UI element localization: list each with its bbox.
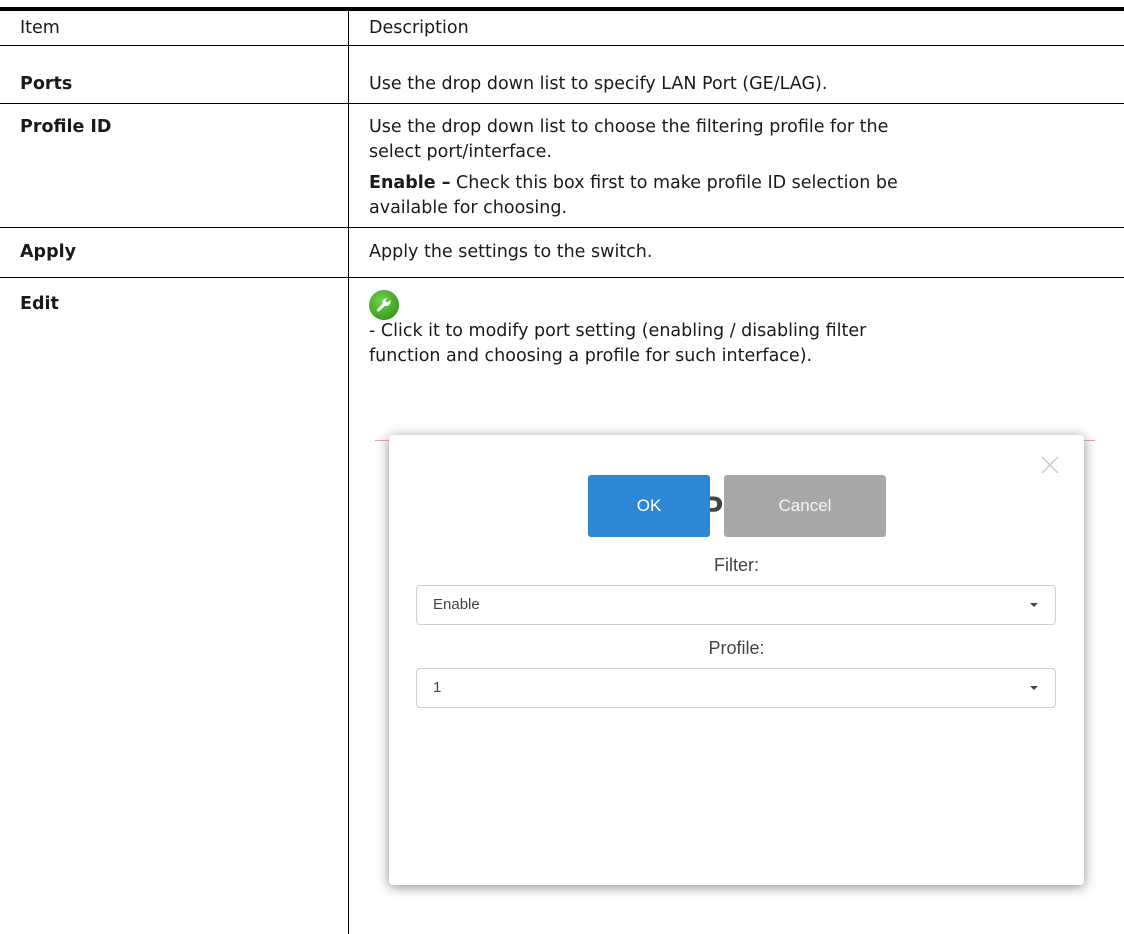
row-ports-desc: Use the drop down list to specify LAN Po… (369, 74, 828, 94)
header-rule (0, 45, 1124, 46)
profile-select-value: 1 (433, 679, 442, 696)
cancel-button[interactable]: Cancel (724, 475, 886, 537)
filter-label: Filter: (714, 555, 759, 575)
profile-label: Profile: (708, 638, 765, 658)
row-ports-item: Ports (20, 74, 73, 94)
header-description: Description (369, 18, 469, 38)
row-apply-item: Apply (20, 242, 77, 262)
row-rule-apply (0, 277, 1124, 278)
chevron-down-icon (1030, 686, 1038, 690)
row-profile-id-desc-2: select port/interface. (369, 142, 552, 162)
header-item: Item (20, 18, 60, 38)
filter-select[interactable]: Enable (416, 585, 1056, 625)
row-rule-profile (0, 227, 1124, 228)
wrench-icon[interactable] (369, 290, 399, 320)
chevron-down-icon (1030, 603, 1038, 607)
row-profile-id-item: Profile ID (20, 117, 112, 137)
table-top-rule (0, 7, 1124, 11)
column-divider (348, 11, 349, 934)
enable-term: Enable – (369, 173, 451, 193)
filter-select-value: Enable (433, 596, 480, 613)
row-profile-id-desc-1: Use the drop down list to choose the fil… (369, 117, 889, 137)
row-rule-ports (0, 103, 1124, 104)
row-apply-desc: Apply the settings to the switch. (369, 242, 653, 262)
row-edit-item: Edit (20, 294, 59, 314)
ok-button[interactable]: OK (588, 475, 710, 537)
row-edit-desc-2: function and choosing a profile for such… (369, 346, 813, 366)
close-icon[interactable] (1038, 453, 1062, 477)
row-profile-id-enable-note: Enable – Check this box first to make pr… (369, 171, 1109, 196)
row-edit-desc-1: - Click it to modify port setting (enabl… (369, 321, 867, 341)
enable-text-1: Check this box first to make profile ID … (450, 173, 898, 193)
profile-select[interactable]: 1 (416, 668, 1056, 708)
row-profile-id-enable-note-2: available for choosing. (369, 198, 568, 218)
